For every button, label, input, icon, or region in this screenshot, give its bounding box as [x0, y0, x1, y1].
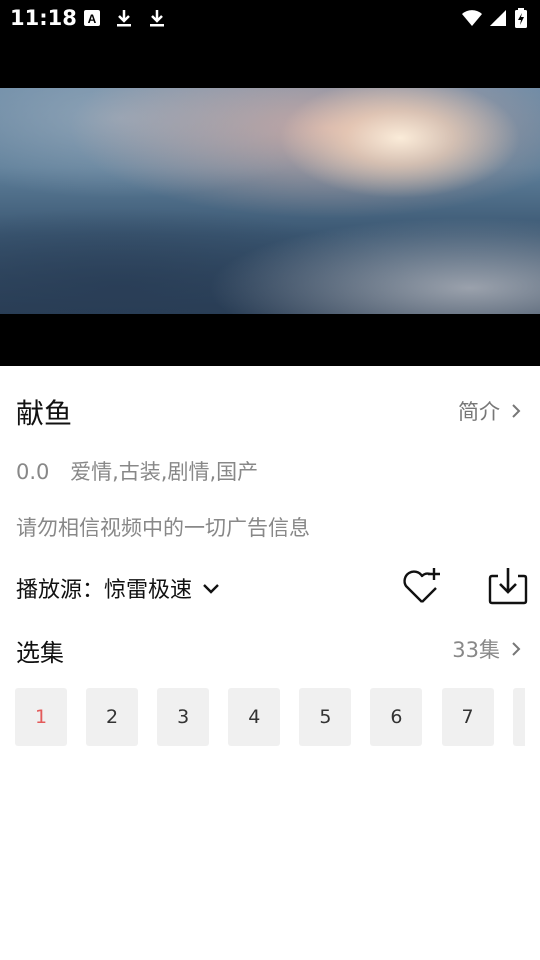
- chevron-right-icon: [512, 404, 521, 418]
- episodes-count-link[interactable]: 33集: [452, 634, 524, 664]
- episode-button-2[interactable]: 2: [86, 688, 139, 746]
- signal-icon: [490, 10, 506, 26]
- episode-list: 1 2 3 4 5 6 7 8: [15, 688, 525, 746]
- chevron-down-icon: [203, 584, 219, 594]
- source-value: 惊雷极速: [104, 578, 193, 603]
- heart-plus-icon[interactable]: [400, 566, 444, 606]
- video-title: 献鱼: [16, 397, 73, 430]
- text-a-icon: A: [84, 10, 100, 26]
- episode-button-7[interactable]: 7: [441, 688, 494, 746]
- episode-button-1[interactable]: 1: [15, 688, 67, 746]
- episodes-count: 33集: [452, 638, 500, 662]
- download-icon: [117, 10, 131, 27]
- svg-text:A: A: [88, 12, 97, 26]
- episode-button-6[interactable]: 6: [370, 688, 423, 746]
- source-label: 播放源：: [16, 578, 105, 603]
- episodes-title: 选集: [16, 639, 64, 667]
- intro-link[interactable]: 简介: [458, 396, 524, 426]
- episode-button-4[interactable]: 4: [228, 688, 281, 746]
- wifi-icon: [462, 10, 482, 26]
- source-selector[interactable]: 播放源： 惊雷极速: [16, 572, 222, 604]
- video-frame[interactable]: [0, 88, 540, 314]
- status-bar: 11:18 A: [0, 0, 540, 36]
- download-tray-icon[interactable]: [487, 566, 529, 606]
- rating: 0.0: [16, 460, 50, 484]
- download-icon: [150, 10, 164, 27]
- chevron-right-icon: [512, 642, 521, 656]
- episode-button-8[interactable]: 8: [512, 688, 525, 746]
- episode-button-3[interactable]: 3: [157, 688, 210, 746]
- intro-label: 简介: [458, 400, 500, 424]
- genre-tags: 爱情,古装,剧情,国产: [70, 460, 259, 484]
- ad-warning: 请勿相信视频中的一切广告信息: [16, 516, 310, 540]
- video-player[interactable]: [0, 36, 540, 366]
- battery-charging-icon: [515, 8, 527, 28]
- meta-row: 0.0 爱情,古装,剧情,国产: [16, 456, 258, 486]
- episode-button-5[interactable]: 5: [299, 688, 352, 746]
- status-time: 11:18: [10, 6, 77, 30]
